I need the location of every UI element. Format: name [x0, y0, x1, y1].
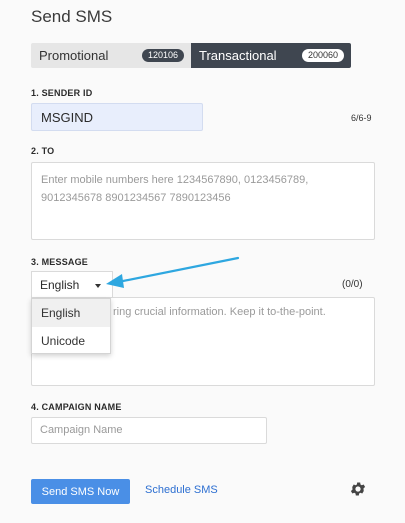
annotation-arrow — [106, 256, 240, 288]
route-toggle: Promotional 120106 Transactional 200060 — [31, 43, 351, 68]
to-numbers-textarea[interactable]: Enter mobile numbers here 1234567890, 01… — [31, 162, 375, 240]
transactional-count-badge: 200060 — [301, 49, 344, 62]
promotional-count-badge: 120106 — [141, 49, 184, 62]
gear-icon[interactable] — [349, 480, 367, 498]
campaign-name-label: 4. CAMPAIGN NAME — [31, 402, 122, 412]
page-title: Send SMS — [31, 7, 113, 26]
toggle-transactional-label: Transactional — [199, 48, 277, 63]
language-select-value: English — [40, 278, 80, 292]
message-label: 3. MESSAGE — [31, 257, 89, 267]
message-placeholder: ring crucial information. Keep it to-the… — [113, 306, 326, 318]
language-dropdown: English Unicode — [31, 298, 111, 354]
toggle-transactional[interactable]: Transactional 200060 — [191, 43, 351, 68]
campaign-name-input[interactable]: Campaign Name — [31, 417, 267, 444]
schedule-sms-link[interactable]: Schedule SMS — [145, 484, 218, 496]
toggle-promotional-label: Promotional — [39, 48, 109, 63]
send-sms-button[interactable]: Send SMS Now — [31, 479, 130, 504]
message-counter: (0/0) — [342, 279, 363, 290]
to-label: 2. TO — [31, 146, 55, 156]
sender-id-counter: 6/6-9 — [351, 113, 372, 123]
sender-id-label: 1. SENDER ID — [31, 88, 93, 98]
language-option-unicode[interactable]: Unicode — [32, 327, 110, 355]
sender-id-input[interactable]: MSGIND — [31, 103, 203, 131]
toggle-promotional[interactable]: Promotional 120106 — [31, 43, 191, 68]
language-option-english[interactable]: English — [32, 299, 110, 327]
